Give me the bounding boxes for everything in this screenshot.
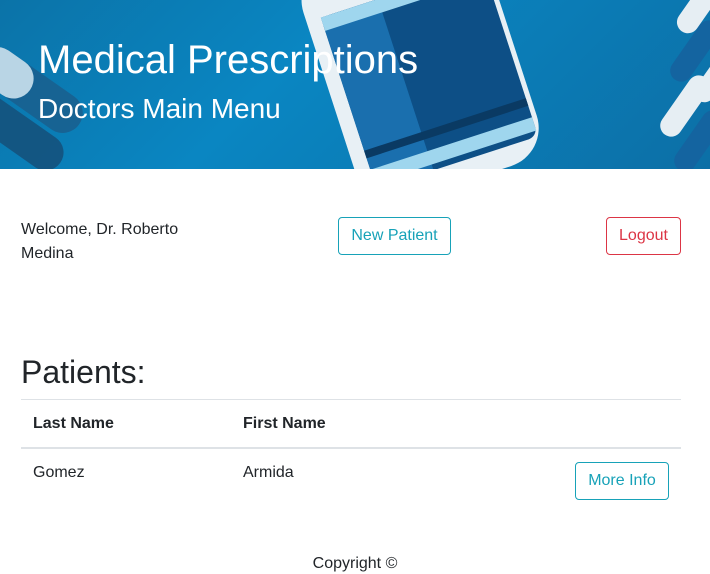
- table-header: Last Name First Name: [21, 399, 681, 449]
- header-banner: Medical Prescriptions Doctors Main Menu: [0, 0, 710, 169]
- logout-button[interactable]: Logout: [606, 217, 681, 255]
- column-header-last-name: Last Name: [33, 415, 114, 432]
- column-header-first-name: First Name: [243, 415, 326, 432]
- page-subtitle: Doctors Main Menu: [38, 93, 281, 124]
- patients-heading: Patients:: [21, 354, 146, 390]
- more-info-button[interactable]: More Info: [575, 462, 669, 500]
- app-title: Medical Prescriptions: [38, 38, 419, 82]
- cell-first-name: Armida: [243, 464, 294, 481]
- cell-last-name: Gomez: [33, 464, 85, 481]
- pill-bottle-illustration: [0, 0, 710, 169]
- new-patient-button[interactable]: New Patient: [338, 217, 451, 255]
- copyright-footer: Copyright ©: [312, 555, 398, 572]
- welcome-message: Welcome, Dr. Roberto Medina: [21, 221, 179, 262]
